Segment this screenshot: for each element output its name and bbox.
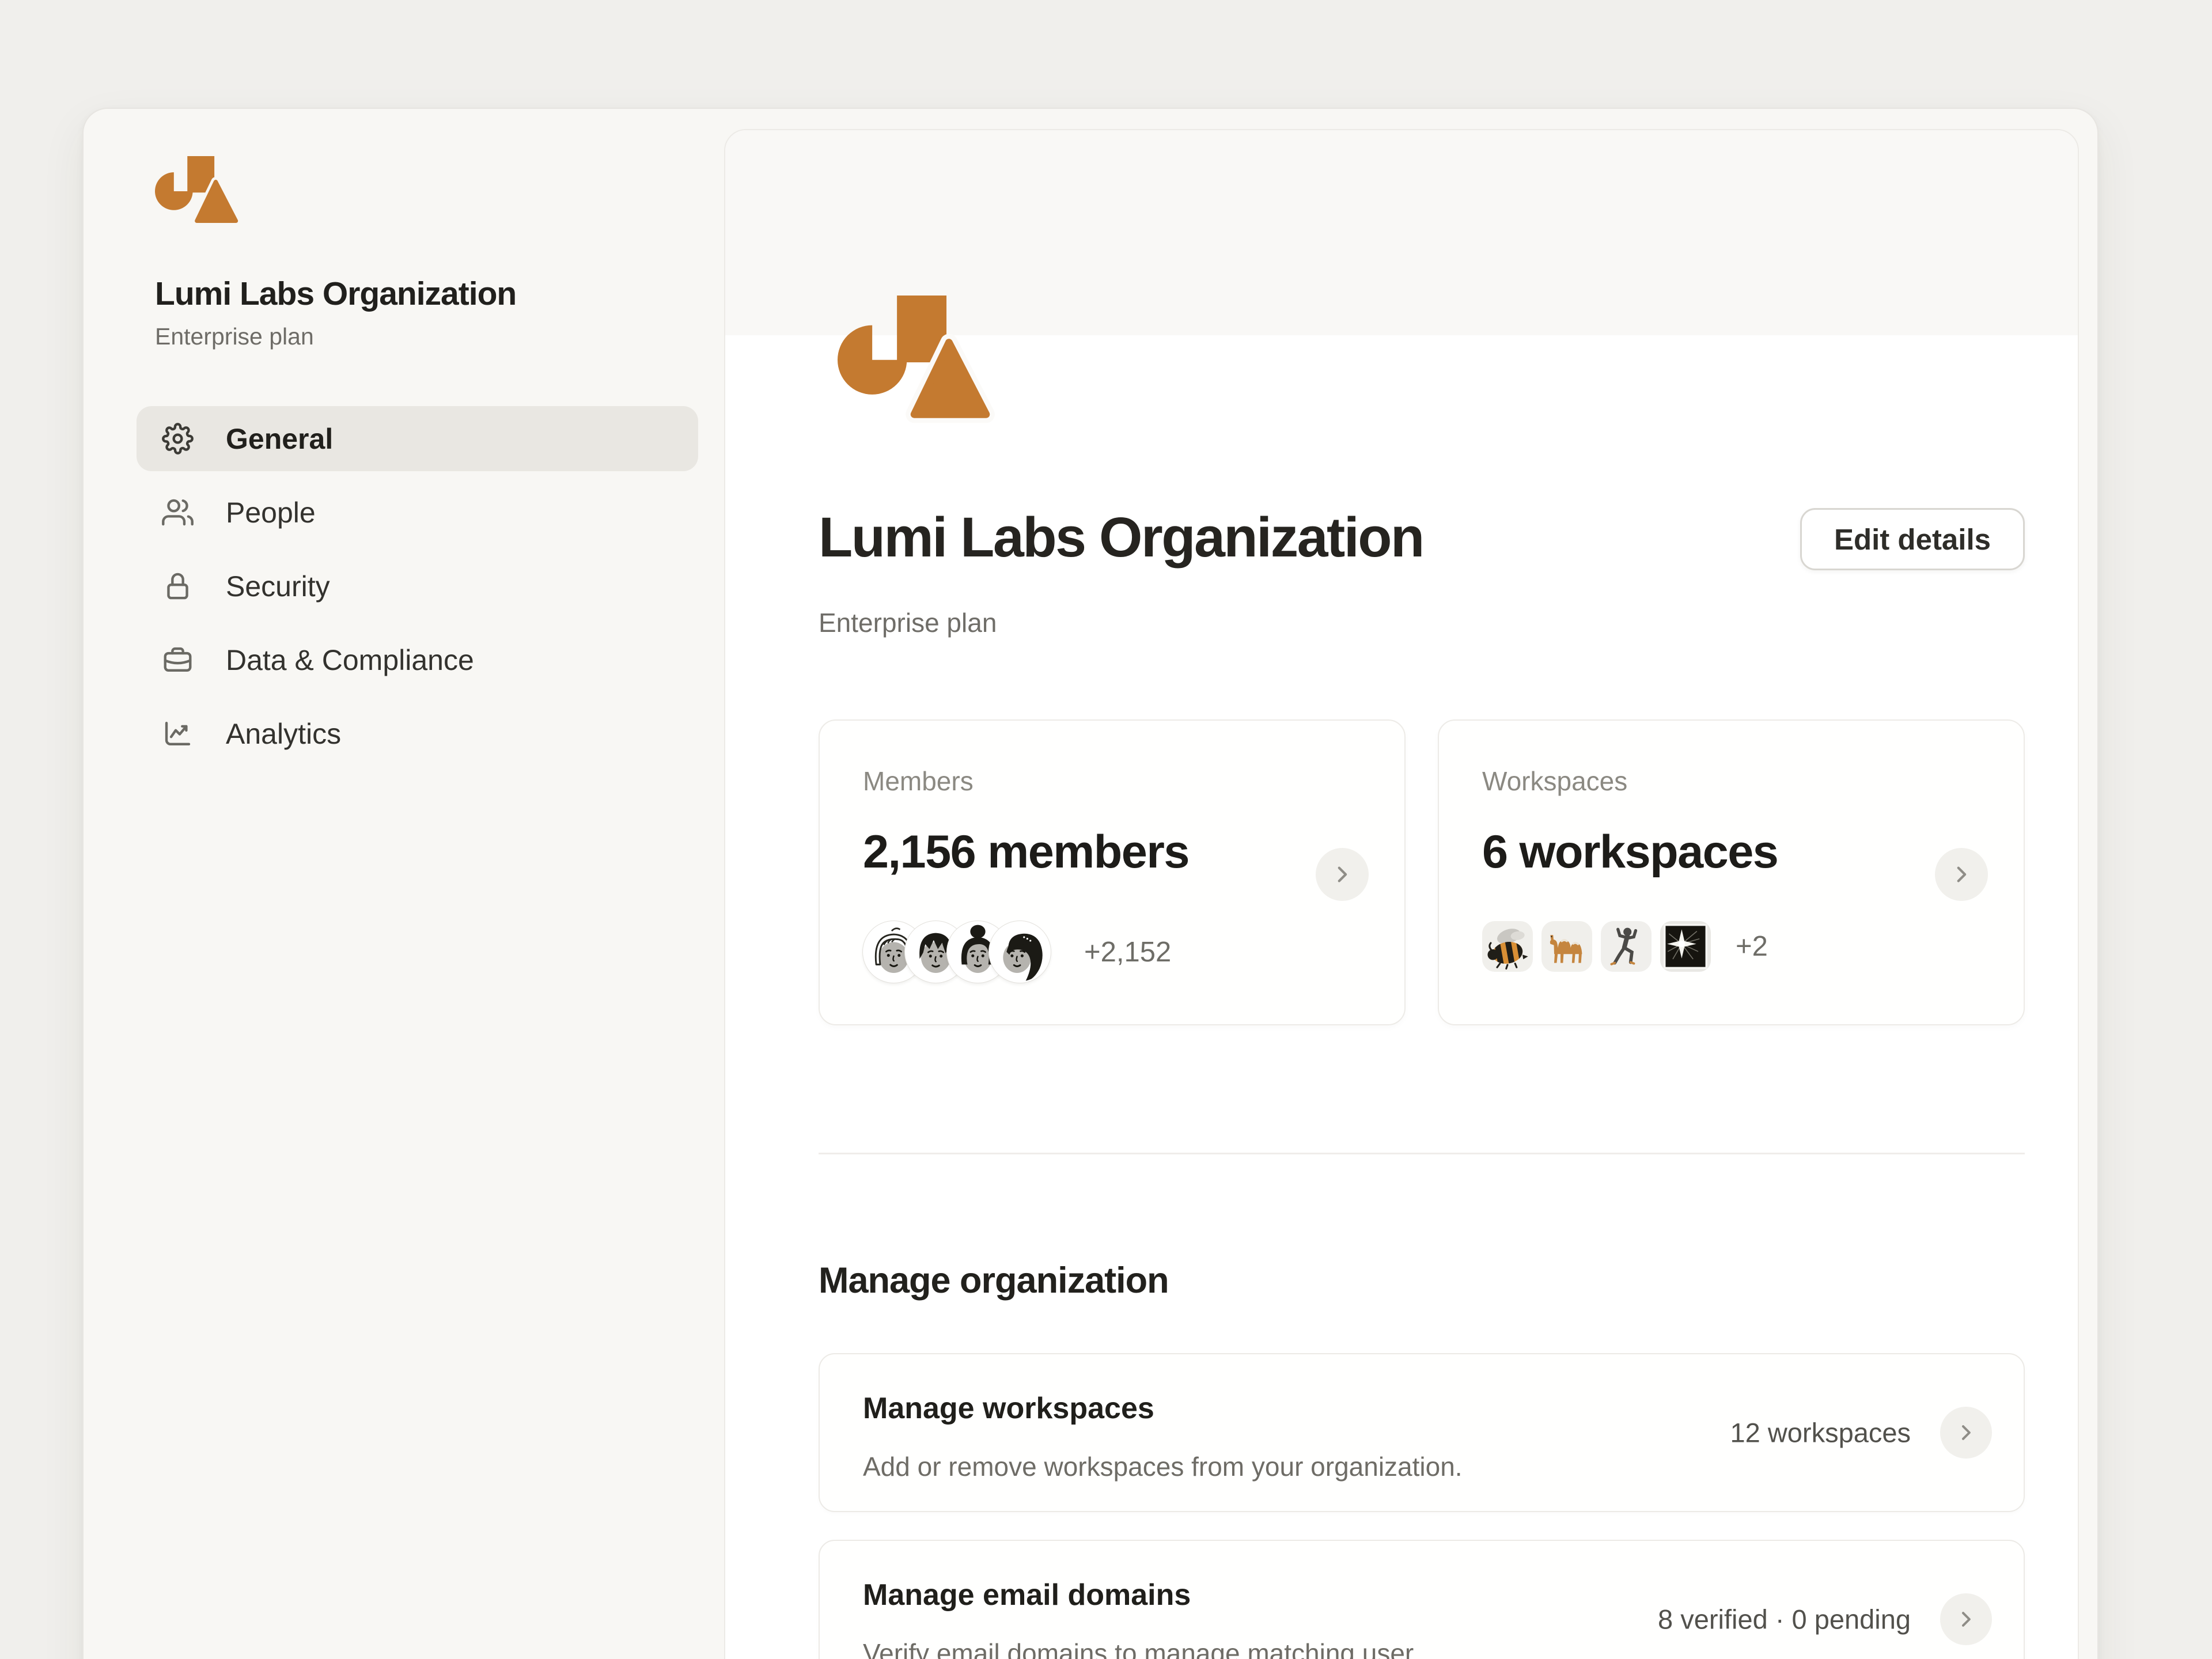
- sidebar-item-label: General: [226, 422, 333, 456]
- avatar-stack: [863, 921, 1051, 983]
- members-footer: +2,152: [863, 921, 1171, 983]
- workspaces-overflow-count: +2: [1736, 930, 1768, 963]
- manage-email-domains-chevron-button[interactable]: [1940, 1593, 1992, 1645]
- sidebar-item-label: Analytics: [226, 717, 341, 751]
- workspaces-footer: +2: [1482, 921, 1768, 972]
- row-title: Manage email domains: [820, 1541, 2024, 1612]
- workspace-tile-dancer: [1601, 921, 1652, 972]
- org-logo-large: [838, 296, 996, 423]
- manage-workspaces-row[interactable]: Manage workspaces Add or remove workspac…: [819, 1353, 2025, 1512]
- chevron-right-icon: [1955, 1608, 1978, 1631]
- gear-icon: [162, 423, 194, 454]
- page-title: Lumi Labs Organization: [819, 508, 1423, 567]
- lock-icon: [162, 570, 194, 602]
- sidebar-org-name: Lumi Labs Organization: [155, 275, 516, 313]
- main-panel: Lumi Labs Organization Edit details Ente…: [724, 129, 2079, 1659]
- workspace-tile-camel: [1541, 921, 1592, 972]
- workspaces-card[interactable]: Workspaces 6 workspaces: [1438, 719, 2025, 1025]
- domains-status-badge: 8 verified · 0 pending: [1658, 1604, 1911, 1635]
- members-count: 2,156 members: [863, 825, 1361, 879]
- sidebar-item-label: Security: [226, 570, 330, 603]
- main-content: Lumi Labs Organization Edit details Ente…: [725, 508, 2078, 1659]
- sidebar-item-security[interactable]: Security: [137, 554, 698, 619]
- workspaces-count: 6 workspaces: [1482, 825, 1980, 879]
- users-icon: [162, 497, 194, 528]
- workspaces-card-label: Workspaces: [1482, 766, 1980, 797]
- chevron-right-icon: [1949, 862, 1974, 887]
- members-card[interactable]: Members 2,156 members: [819, 719, 1406, 1025]
- avatar-woman-ponytail: [989, 921, 1051, 983]
- members-card-label: Members: [863, 766, 1361, 797]
- chart-line-icon: [162, 718, 194, 749]
- sidebar-item-label: People: [226, 496, 316, 529]
- manage-organization-heading: Manage organization: [819, 1260, 2025, 1301]
- sidebar-item-data-compliance[interactable]: Data & Compliance: [137, 627, 698, 692]
- chevron-right-icon: [1330, 862, 1354, 887]
- org-logo-icon: [155, 156, 241, 226]
- title-row: Lumi Labs Organization Edit details: [819, 508, 2025, 570]
- workspace-tile-stack: [1482, 921, 1711, 972]
- manage-email-domains-row[interactable]: Manage email domains Verify email domain…: [819, 1540, 2025, 1659]
- sidebar-nav: General People Security: [137, 406, 698, 775]
- members-overflow-count: +2,152: [1084, 936, 1171, 968]
- workspace-tile-sparkle-photo: [1660, 921, 1711, 972]
- workspaces-chevron-button[interactable]: [1935, 848, 1988, 901]
- sidebar: Lumi Labs Organization Enterprise plan G…: [84, 109, 724, 1659]
- page: Lumi Labs Organization Enterprise plan G…: [0, 0, 2212, 1659]
- sidebar-item-general[interactable]: General: [137, 406, 698, 471]
- sidebar-item-people[interactable]: People: [137, 480, 698, 545]
- row-title: Manage workspaces: [820, 1354, 2024, 1426]
- briefcase-icon: [162, 644, 194, 676]
- section-divider: [819, 1153, 2025, 1154]
- stats-row: Members 2,156 members: [819, 719, 2025, 1025]
- sidebar-item-label: Data & Compliance: [226, 643, 474, 677]
- members-chevron-button[interactable]: [1316, 848, 1369, 901]
- workspaces-count-badge: 12 workspaces: [1730, 1417, 1911, 1449]
- workspace-tile-bee: [1482, 921, 1533, 972]
- edit-details-button[interactable]: Edit details: [1800, 508, 2025, 570]
- app-window: Lumi Labs Organization Enterprise plan G…: [82, 108, 2099, 1659]
- manage-workspaces-chevron-button[interactable]: [1940, 1407, 1992, 1459]
- chevron-right-icon: [1955, 1421, 1978, 1444]
- plan-label: Enterprise plan: [819, 607, 2025, 638]
- sidebar-org-plan: Enterprise plan: [155, 323, 314, 350]
- sidebar-item-analytics[interactable]: Analytics: [137, 701, 698, 766]
